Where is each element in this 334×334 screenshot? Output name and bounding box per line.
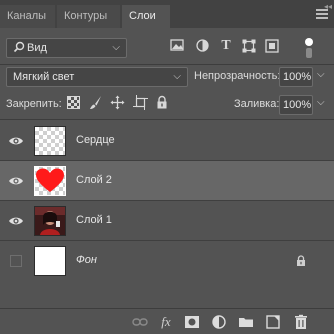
tab-channels-label: Каналы — [7, 10, 47, 22]
layer-name[interactable]: Слой 1 — [76, 214, 112, 226]
chevron-down-icon: ⌵ — [173, 71, 181, 82]
tab-paths[interactable]: Контуры — [57, 5, 120, 28]
tab-channels[interactable]: Каналы — [0, 5, 55, 28]
filter-shape-icon[interactable] — [240, 39, 258, 56]
filter-kind-label: Вид — [27, 42, 47, 54]
fill-label: Заливка: — [234, 98, 280, 110]
eye-icon[interactable] — [8, 133, 24, 149]
visibility-toggle-off[interactable] — [10, 255, 22, 267]
filter-type-icon[interactable]: T — [217, 38, 235, 54]
adjustment-layer-icon[interactable] — [211, 314, 227, 330]
fill-input[interactable]: 100% — [279, 95, 313, 115]
chevron-down-icon: ⌵ — [112, 42, 120, 53]
fill-chevron-icon[interactable]: ⌵ — [317, 97, 325, 108]
link-layers-icon[interactable] — [132, 314, 148, 330]
layer-row-background[interactable]: Фон — [0, 241, 334, 281]
filter-pixel-icon[interactable] — [168, 39, 186, 54]
new-layer-icon[interactable] — [265, 314, 281, 330]
layer-name[interactable]: Сердце — [76, 134, 115, 146]
layer-name[interactable]: Фон — [76, 254, 97, 266]
filter-smartobject-icon[interactable] — [263, 39, 281, 56]
opacity-value: 100% — [283, 71, 312, 83]
filter-kind-select[interactable]: Вид ⌵ — [6, 38, 127, 58]
lock-position-icon[interactable] — [110, 95, 125, 113]
lock-image-pixels-icon[interactable] — [89, 95, 103, 113]
blend-mode-value: Мягкий свет — [13, 71, 75, 83]
layer-thumbnail — [34, 166, 66, 196]
opacity-input[interactable]: 100% — [279, 67, 313, 87]
layer-row-layer-2[interactable]: Слой 2 — [0, 161, 334, 201]
filter-toggle-track[interactable] — [306, 48, 312, 58]
filter-adjustment-icon[interactable] — [193, 39, 211, 55]
fx-icon[interactable]: fx — [158, 314, 174, 330]
lock-all-icon[interactable] — [156, 95, 168, 113]
tab-paths-label: Контуры — [64, 10, 108, 22]
panel-tabs: Каналы Контуры Слои ◂◂ — [0, 0, 334, 28]
layer-thumbnail — [34, 126, 66, 156]
lock-label: Закрепить: — [6, 98, 62, 110]
lock-icon — [296, 255, 306, 270]
layer-name[interactable]: Слой 2 — [76, 174, 112, 186]
add-mask-icon[interactable] — [184, 314, 200, 330]
heart-icon — [36, 168, 64, 192]
lock-artboard-icon[interactable] — [133, 95, 148, 113]
panel-menu-icon[interactable] — [316, 9, 328, 19]
opacity-chevron-icon[interactable]: ⌵ — [317, 69, 325, 80]
layer-thumbnail — [34, 246, 66, 276]
tab-layers[interactable]: Слои — [122, 5, 170, 28]
layers-bottom-toolbar: fx — [0, 308, 334, 334]
layers-list: Сердце Слой 2 Слой 1 Фон — [0, 120, 334, 281]
layer-thumbnail — [34, 206, 66, 236]
new-group-icon[interactable] — [238, 314, 254, 330]
filter-toggle-knob[interactable] — [305, 38, 313, 46]
delete-layer-icon[interactable] — [293, 314, 309, 330]
photo-icon — [35, 207, 65, 235]
opacity-label: Непрозрачность: — [194, 70, 281, 82]
fill-value: 100% — [283, 99, 312, 111]
layer-row-heart[interactable]: Сердце — [0, 121, 334, 161]
tab-layers-label: Слои — [129, 10, 156, 22]
eye-icon[interactable] — [8, 173, 24, 189]
lock-transparent-pixels-icon[interactable] — [67, 96, 80, 112]
blend-mode-select[interactable]: Мягкий свет ⌵ — [6, 67, 188, 87]
layer-row-layer-1[interactable]: Слой 1 — [0, 201, 334, 241]
eye-icon[interactable] — [8, 213, 24, 229]
divider — [0, 64, 334, 65]
search-icon — [13, 39, 25, 63]
